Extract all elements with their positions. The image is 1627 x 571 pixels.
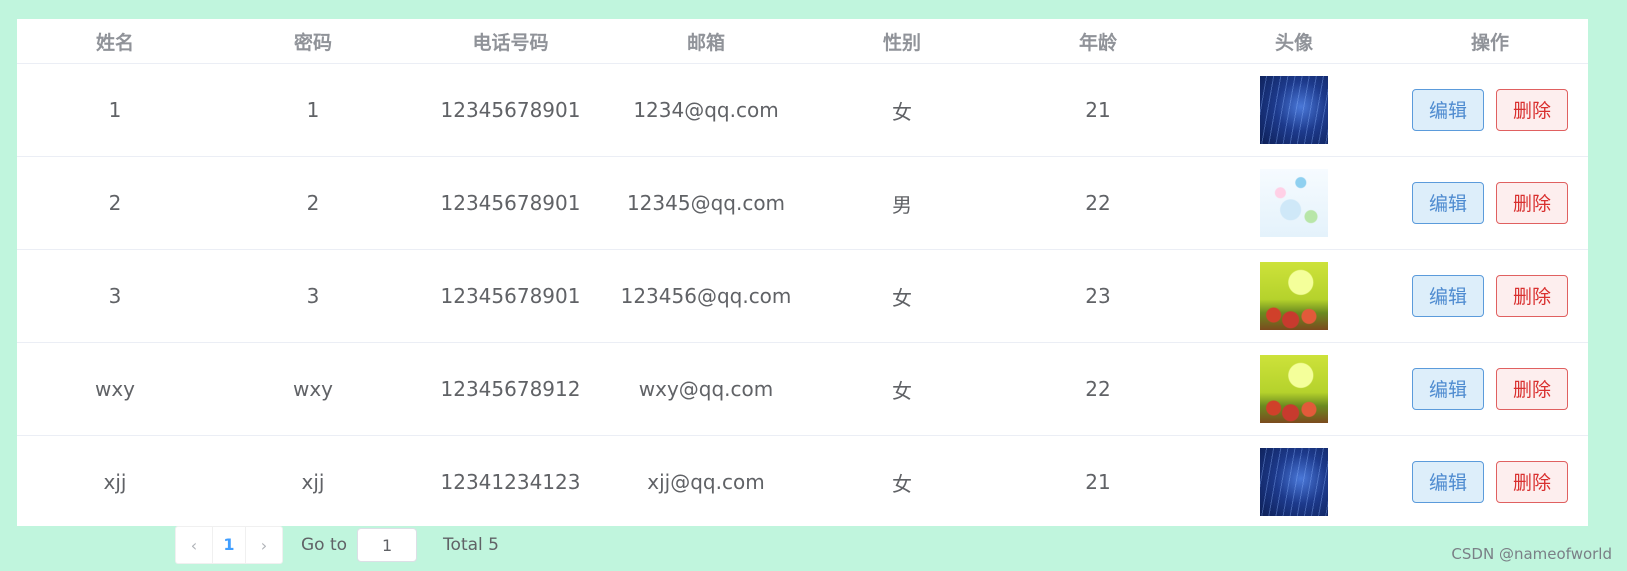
cell-password: 3 xyxy=(213,249,413,343)
table-header-row: 姓名 密码 电话号码 邮箱 性别 年龄 头像 操作 xyxy=(17,19,1588,64)
pagination: ‹ 1 › Go to Total 5 xyxy=(175,526,499,564)
cell-name: 2 xyxy=(17,156,213,250)
cell-avatar xyxy=(1196,63,1392,157)
table-row: xjj xjj 12341234123 xjj@qq.com 女 21 编辑 删除 xyxy=(17,436,1588,529)
cell-gender: 女 xyxy=(804,63,1000,157)
cell-avatar xyxy=(1196,249,1392,343)
watermark: CSDN @nameofworld xyxy=(1451,545,1612,563)
cell-actions: 编辑 删除 xyxy=(1392,436,1588,529)
cell-phone: 12341234123 xyxy=(440,470,581,494)
cell-phone: 12345678901 xyxy=(413,249,608,343)
cell-age: 23 xyxy=(1000,249,1196,343)
cell-gender: 女 xyxy=(892,471,912,496)
column-header-actions: 操作 xyxy=(1392,19,1588,64)
column-header-age: 年龄 xyxy=(1000,19,1196,64)
cell-name: xjj xyxy=(103,470,127,494)
cell-actions: 编辑 删除 xyxy=(1392,342,1588,436)
cell-email: 1234@qq.com xyxy=(608,63,804,157)
cell-password: 2 xyxy=(213,156,413,250)
cell-gender: 男 xyxy=(804,156,1000,250)
column-header-email: 邮箱 xyxy=(608,19,804,64)
cell-age: 21 xyxy=(1000,63,1196,157)
cell-actions: 编辑 删除 xyxy=(1392,249,1588,343)
page-number-current[interactable]: 1 xyxy=(212,527,246,563)
total-count: Total 5 xyxy=(443,535,499,555)
cell-phone: 12345678912 xyxy=(413,342,608,436)
cell-name: 3 xyxy=(17,249,213,343)
column-header-gender: 性别 xyxy=(804,19,1000,64)
goto-label: Go to xyxy=(301,535,348,555)
user-table: 姓名 密码 电话号码 邮箱 性别 年龄 头像 操作 1 1 1234567890… xyxy=(17,19,1588,528)
cell-phone: 12345678901 xyxy=(413,63,608,157)
cell-phone: 12345678901 xyxy=(413,156,608,250)
edit-button[interactable]: 编辑 xyxy=(1412,368,1484,410)
cell-name: 1 xyxy=(17,63,213,157)
avatar-image xyxy=(1260,448,1328,516)
column-header-password: 密码 xyxy=(213,19,413,64)
cell-email: 12345@qq.com xyxy=(608,156,804,250)
edit-button[interactable]: 编辑 xyxy=(1412,182,1484,224)
edit-button[interactable]: 编辑 xyxy=(1412,275,1484,317)
delete-button[interactable]: 删除 xyxy=(1496,182,1568,224)
cell-avatar xyxy=(1196,436,1392,529)
chevron-left-icon[interactable]: ‹ xyxy=(176,536,212,555)
delete-button[interactable]: 删除 xyxy=(1496,89,1568,131)
goto-page-input[interactable] xyxy=(357,528,418,562)
edit-button[interactable]: 编辑 xyxy=(1412,89,1484,131)
cell-email: 123456@qq.com xyxy=(608,249,804,343)
table-row: wxy wxy 12345678912 wxy@qq.com 女 22 编辑 删除 xyxy=(17,342,1588,436)
table-row: 1 1 12345678901 1234@qq.com 女 21 编辑 删除 xyxy=(17,63,1588,157)
pager-buttons: ‹ 1 › xyxy=(175,526,283,564)
cell-avatar xyxy=(1196,156,1392,250)
delete-button[interactable]: 删除 xyxy=(1496,275,1568,317)
cell-email: xjj@qq.com xyxy=(647,470,765,494)
cell-gender: 女 xyxy=(804,342,1000,436)
cell-age: 21 xyxy=(1085,470,1111,494)
cell-password: 1 xyxy=(213,63,413,157)
column-header-phone: 电话号码 xyxy=(413,19,608,64)
cell-age: 22 xyxy=(1000,156,1196,250)
delete-button[interactable]: 删除 xyxy=(1496,461,1568,503)
cell-password: xjj xyxy=(301,470,325,494)
table-row: 3 3 12345678901 123456@qq.com 女 23 编辑 删除 xyxy=(17,249,1588,343)
avatar-image xyxy=(1260,169,1328,237)
cell-gender: 女 xyxy=(804,249,1000,343)
user-table-container: 姓名 密码 电话号码 邮箱 性别 年龄 头像 操作 1 1 1234567890… xyxy=(17,19,1588,526)
cell-avatar xyxy=(1196,342,1392,436)
delete-button[interactable]: 删除 xyxy=(1496,368,1568,410)
cell-name: wxy xyxy=(17,342,213,436)
chevron-right-icon[interactable]: › xyxy=(246,536,282,555)
cell-actions: 编辑 删除 xyxy=(1392,156,1588,250)
avatar-image xyxy=(1260,355,1328,423)
cell-password: wxy xyxy=(213,342,413,436)
edit-button[interactable]: 编辑 xyxy=(1412,461,1484,503)
cell-actions: 编辑 删除 xyxy=(1392,63,1588,157)
column-header-name: 姓名 xyxy=(17,19,213,64)
table-row: 2 2 12345678901 12345@qq.com 男 22 编辑 删除 xyxy=(17,156,1588,250)
column-header-avatar: 头像 xyxy=(1196,19,1392,64)
avatar-image xyxy=(1260,262,1328,330)
avatar-image xyxy=(1260,76,1328,144)
cell-email: wxy@qq.com xyxy=(608,342,804,436)
cell-age: 22 xyxy=(1000,342,1196,436)
